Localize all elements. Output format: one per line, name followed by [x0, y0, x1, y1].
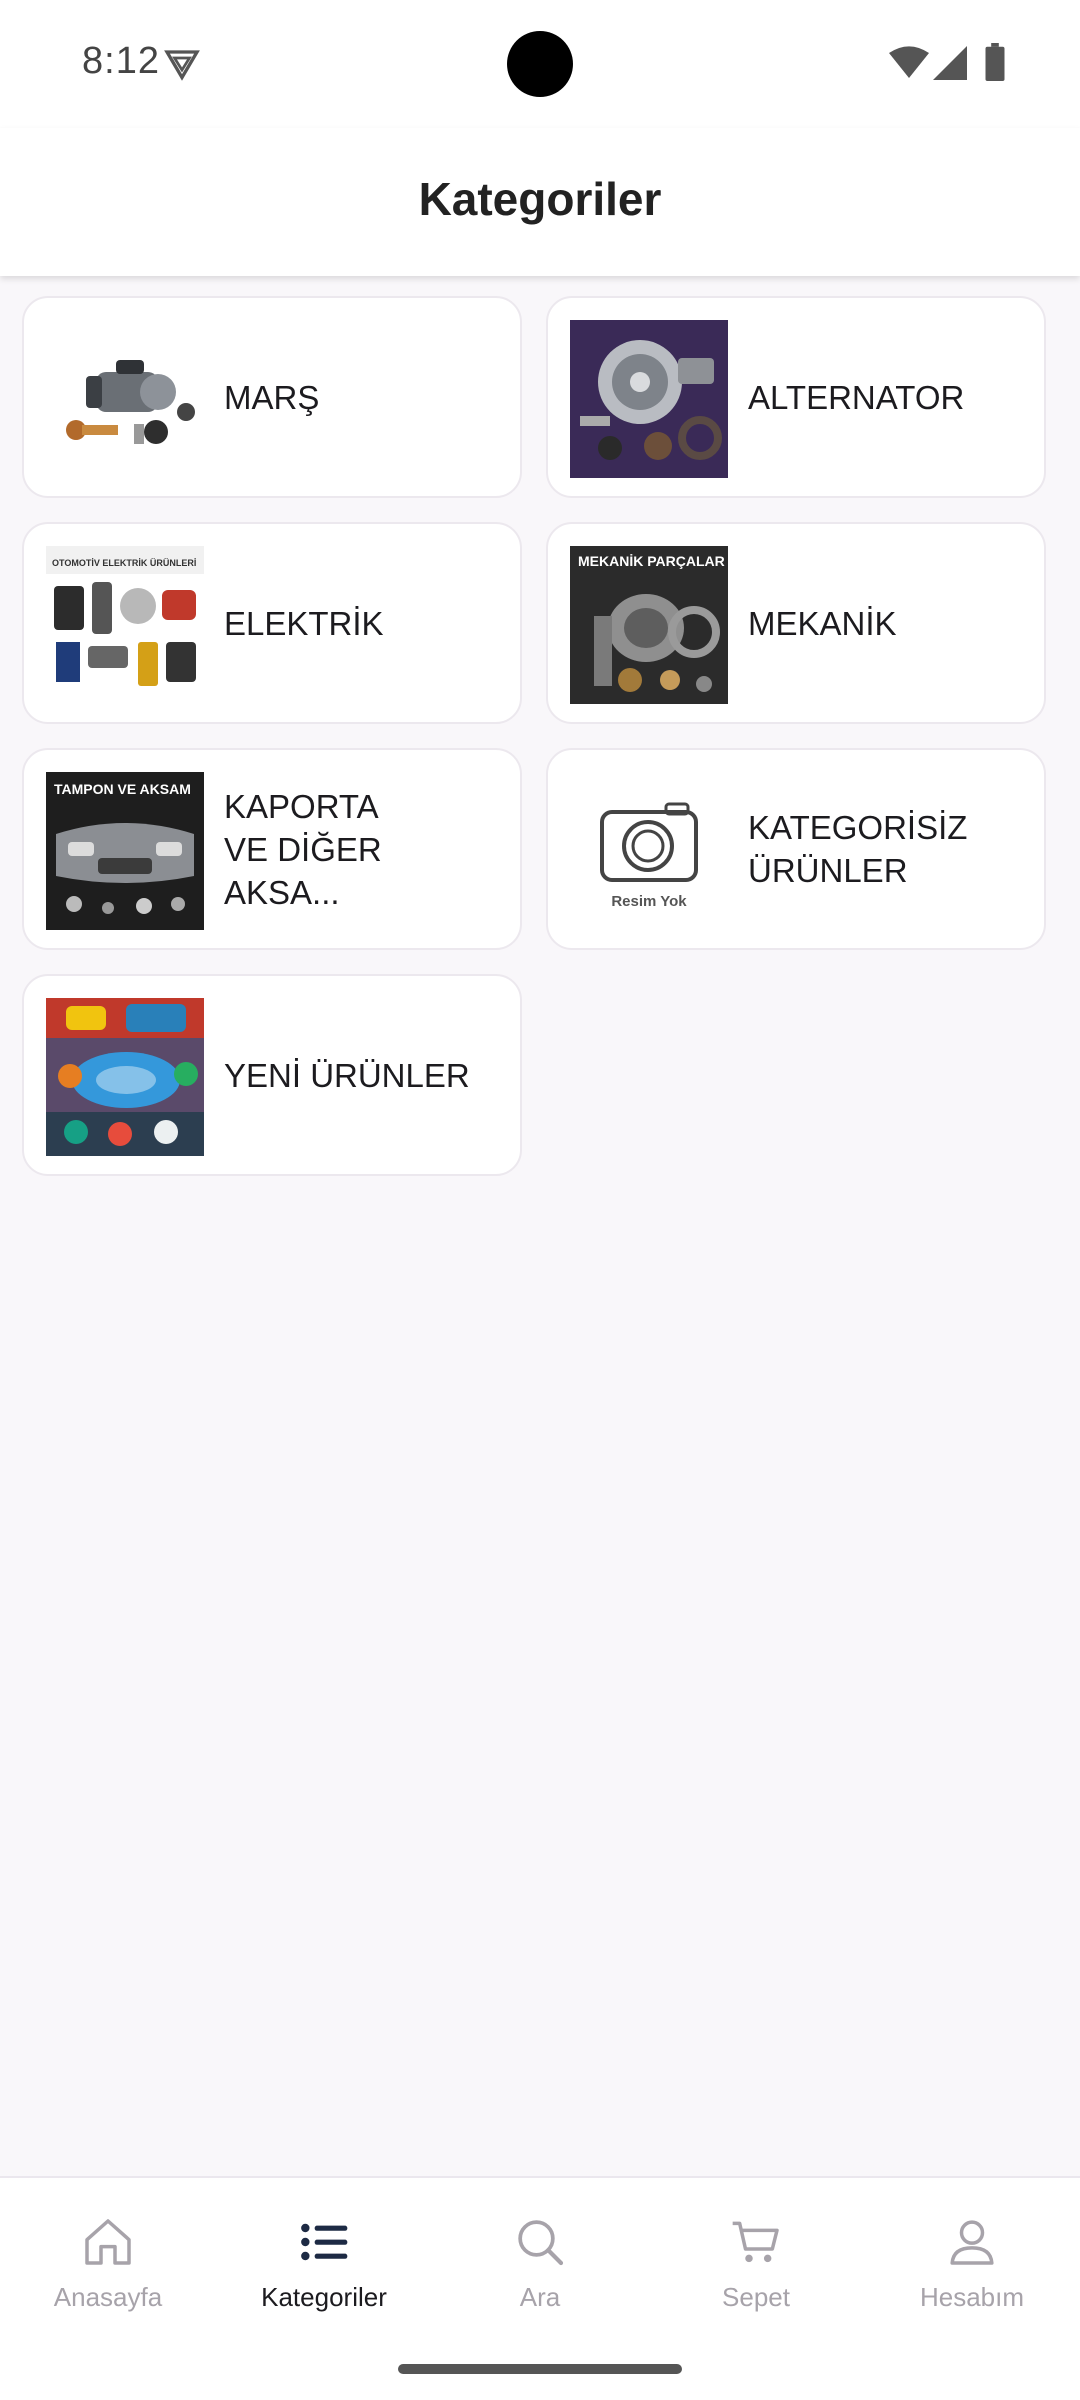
home-gesture-bar[interactable]	[398, 2364, 682, 2374]
category-card-alternator[interactable]: ALTERNATOR	[546, 296, 1046, 498]
category-card-kategorisiz-urunler[interactable]: Resim Yok KATEGORİSİZ ÜRÜNLER	[546, 748, 1046, 950]
starter-motor-photo	[46, 320, 204, 478]
category-label: YENİ ÜRÜNLER	[224, 1056, 470, 1094]
nav-item-ara[interactable]: Ara	[432, 2214, 648, 2334]
mechanical-parts-photo: MEKANİK PARÇALAR	[570, 546, 728, 704]
svg-text:MEKANİK PARÇALAR: MEKANİK PARÇALAR	[578, 553, 725, 569]
app-header: Kategoriler	[0, 128, 1080, 276]
nav-label: Kategoriler	[261, 2282, 387, 2312]
bumper-photo: TAMPON VE AKSAM	[46, 772, 204, 930]
category-card-kaporta[interactable]: TAMPON VE AKSAM KAPORTA VE DİĞER AKSA...	[22, 748, 522, 950]
category-card-elektrik[interactable]: OTOMOTİV ELEKTRİK ÜRÜNLERİ ELEKTRİK	[22, 522, 522, 724]
account-icon	[950, 2220, 994, 2265]
svg-text:Resim Yok: Resim Yok	[611, 893, 687, 910]
nav-label: Sepet	[722, 2282, 790, 2312]
nav-item-sepet[interactable]: Sepet	[648, 2214, 864, 2334]
svg-text:OTOMOTİV ELEKTRİK ÜRÜNLERİ: OTOMOTİV ELEKTRİK ÜRÜNLERİ	[52, 558, 196, 568]
wifi-icon	[889, 46, 929, 78]
nav-label: Hesabım	[919, 2282, 1025, 2312]
nav-item-hesabim[interactable]: Hesabım	[864, 2214, 1080, 2334]
category-label: ALTERNATOR	[748, 378, 965, 416]
nav-label: Anasayfa	[53, 2282, 163, 2312]
camera-placeholder-icon: Resim Yok	[570, 772, 728, 930]
category-label: MEKANİK	[748, 604, 897, 642]
list-icon	[301, 2223, 348, 2261]
front-camera	[507, 31, 573, 97]
svg-text:TAMPON VE AKSAM: TAMPON VE AKSAM	[54, 781, 191, 797]
search-icon	[518, 2220, 564, 2266]
category-label: ELEKTRİK	[224, 604, 384, 642]
battery-icon	[985, 43, 1005, 81]
category-card-mekanik[interactable]: MEKANİK PARÇALAR MEKANİK	[546, 522, 1046, 724]
status-bar: 8:12	[0, 0, 1080, 128]
home-icon	[85, 2219, 131, 2265]
cart-icon	[732, 2221, 779, 2263]
status-time: 8:12	[82, 40, 160, 82]
new-products-photo	[46, 998, 204, 1156]
vpn-key-icon	[164, 50, 200, 81]
signal-icon	[933, 46, 967, 80]
nav-item-anasayfa[interactable]: Anasayfa	[0, 2214, 216, 2334]
electrical-parts-photo: OTOMOTİV ELEKTRİK ÜRÜNLERİ	[46, 546, 204, 704]
category-card-yeni-urunler[interactable]: YENİ ÜRÜNLER	[22, 974, 522, 1176]
category-label: KAPORTA VE DİĞER AKSA...	[224, 787, 382, 911]
category-label: KATEGORİSİZ ÜRÜNLER	[748, 809, 968, 889]
category-label: MARŞ	[224, 378, 320, 416]
page-title: Kategoriler	[418, 173, 662, 225]
nav-label: Ara	[519, 2282, 561, 2312]
alternator-photo	[570, 320, 728, 478]
nav-item-kategoriler[interactable]: Kategoriler	[216, 2214, 432, 2334]
category-card-mars[interactable]: MARŞ	[22, 296, 522, 498]
